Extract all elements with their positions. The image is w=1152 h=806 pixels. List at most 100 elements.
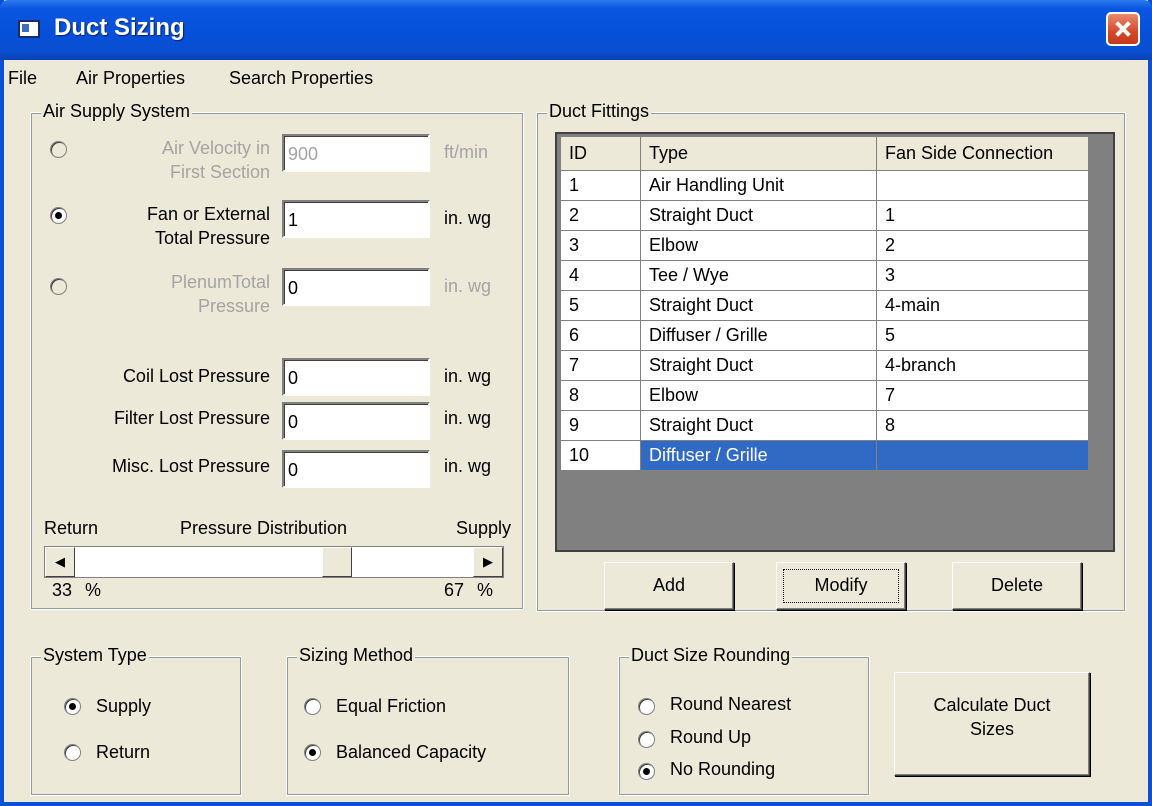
balanced-capacity-radio[interactable]	[304, 744, 321, 761]
row-type-cell[interactable]: Tee / Wye	[640, 260, 877, 291]
row-fan-side-cell[interactable]	[876, 440, 1089, 471]
equal-friction-label[interactable]: Equal Friction	[336, 696, 446, 717]
fittings-grid[interactable]: ID Type Fan Side Connection 1 Air Handlin…	[555, 132, 1115, 552]
pressure-distribution-slider[interactable]: ◀ ▶	[44, 546, 504, 578]
fan-pressure-label-line1: Fan or External	[146, 204, 270, 224]
row-id-cell[interactable]: 1	[560, 170, 641, 201]
misc-label: Misc. Lost Pressure	[111, 456, 270, 476]
return-percent-symbol: %	[85, 580, 102, 600]
menu-air-properties[interactable]: Air Properties	[76, 68, 185, 89]
table-row[interactable]: 4 Tee / Wye 3	[560, 260, 1089, 291]
round-nearest-radio[interactable]	[638, 698, 655, 715]
table-row[interactable]: 10 Diffuser / Grille	[560, 440, 1089, 471]
scroll-right-button[interactable]: ▶	[473, 547, 503, 577]
delete-button[interactable]: Delete	[952, 562, 1082, 610]
menu-search-properties[interactable]: Search Properties	[229, 68, 373, 89]
row-id-cell[interactable]: 3	[560, 230, 641, 261]
title-bar[interactable]: Duct Sizing	[0, 0, 1152, 60]
system-type-group: System Type	[30, 645, 242, 796]
velocity-radio[interactable]	[50, 141, 67, 158]
row-id-cell[interactable]: 9	[560, 410, 641, 441]
window-title: Duct Sizing	[54, 14, 185, 41]
row-type-cell[interactable]: Straight Duct	[640, 200, 877, 231]
row-fan-side-cell[interactable]: 8	[876, 410, 1089, 441]
column-header-fan-side[interactable]: Fan Side Connection	[876, 136, 1089, 171]
row-id-cell[interactable]: 8	[560, 380, 641, 411]
duct-sizing-window: Duct Sizing File Air Properties Search P…	[0, 0, 1152, 806]
row-id-cell[interactable]: 4	[560, 260, 641, 291]
filter-unit: in. wg	[444, 408, 492, 428]
filter-label: Filter Lost Pressure	[113, 408, 270, 428]
misc-input[interactable]: 0	[282, 450, 430, 488]
system-type-supply-label[interactable]: Supply	[96, 696, 151, 717]
no-rounding-radio[interactable]	[638, 763, 655, 780]
row-id-cell[interactable]: 6	[560, 320, 641, 351]
system-type-return-label[interactable]: Return	[96, 742, 150, 763]
row-fan-side-cell[interactable]: 4-main	[876, 290, 1089, 321]
table-row[interactable]: 2 Straight Duct 1	[560, 200, 1089, 231]
round-up-radio[interactable]	[638, 731, 655, 748]
row-type-cell[interactable]: Diffuser / Grille	[640, 320, 877, 351]
equal-friction-radio[interactable]	[304, 698, 321, 715]
column-header-id[interactable]: ID	[560, 136, 641, 171]
table-row[interactable]: 9 Straight Duct 8	[560, 410, 1089, 441]
menu-file[interactable]: File	[8, 68, 37, 89]
round-nearest-label[interactable]: Round Nearest	[670, 694, 791, 715]
table-row[interactable]: 8 Elbow 7	[560, 380, 1089, 411]
table-row[interactable]: 5 Straight Duct 4-main	[560, 290, 1089, 321]
slider-thumb[interactable]	[322, 547, 352, 577]
row-type-cell[interactable]: Straight Duct	[640, 290, 877, 321]
no-rounding-label[interactable]: No Rounding	[670, 759, 775, 780]
system-type-return-radio[interactable]	[64, 744, 81, 761]
row-fan-side-cell[interactable]	[876, 170, 1089, 201]
add-button[interactable]: Add	[604, 562, 734, 610]
fan-pressure-input[interactable]: 1	[282, 200, 430, 238]
table-row[interactable]: 6 Diffuser / Grille 5	[560, 320, 1089, 351]
row-type-cell[interactable]: Straight Duct	[640, 410, 877, 441]
plenum-radio[interactable]	[50, 278, 67, 295]
modify-button[interactable]: Modify	[776, 562, 906, 610]
balanced-capacity-label[interactable]: Balanced Capacity	[336, 742, 486, 763]
row-id-cell[interactable]: 5	[560, 290, 641, 321]
supply-percent-value: 67	[444, 580, 465, 600]
table-row[interactable]: 1 Air Handling Unit	[560, 170, 1089, 201]
row-type-cell[interactable]: Elbow	[640, 230, 877, 261]
row-fan-side-cell[interactable]: 3	[876, 260, 1089, 291]
round-up-label[interactable]: Round Up	[670, 727, 751, 748]
coil-input[interactable]: 0	[282, 358, 430, 396]
column-header-type[interactable]: Type	[640, 136, 877, 171]
scroll-left-button[interactable]: ◀	[45, 547, 75, 577]
row-type-cell[interactable]: Diffuser / Grille	[640, 440, 877, 471]
velocity-label-line1: Air Velocity in	[161, 138, 270, 158]
row-type-cell[interactable]: Straight Duct	[640, 350, 877, 381]
calculate-duct-sizes-button[interactable]: Calculate Duct Sizes	[894, 672, 1090, 776]
velocity-unit: ft/min	[444, 142, 489, 162]
row-type-cell[interactable]: Elbow	[640, 380, 877, 411]
row-fan-side-cell[interactable]: 5	[876, 320, 1089, 351]
close-button[interactable]	[1106, 12, 1140, 46]
row-type-cell[interactable]: Air Handling Unit	[640, 170, 877, 201]
rounding-label: Duct Size Rounding	[629, 645, 793, 666]
air-supply-label: Air Supply System	[41, 101, 193, 122]
fan-pressure-label: Fan or External Total Pressure	[100, 202, 270, 250]
row-fan-side-cell[interactable]: 1	[876, 200, 1089, 231]
table-row[interactable]: 7 Straight Duct 4-branch	[560, 350, 1089, 381]
sizing-method-group: Sizing Method	[286, 645, 570, 796]
filter-input[interactable]: 0	[282, 402, 430, 440]
table-row[interactable]: 3 Elbow 2	[560, 230, 1089, 261]
plenum-label-line1: PlenumTotal	[170, 272, 270, 292]
fan-pressure-radio[interactable]	[50, 207, 67, 224]
row-id-cell[interactable]: 7	[560, 350, 641, 381]
arrow-right-icon: ▶	[483, 554, 493, 569]
plenum-input[interactable]: 0	[282, 268, 430, 306]
return-percent-value: 33	[52, 580, 73, 600]
row-fan-side-cell[interactable]: 2	[876, 230, 1089, 261]
row-id-cell[interactable]: 2	[560, 200, 641, 231]
plenum-unit: in. wg	[444, 276, 492, 296]
velocity-input[interactable]: 900	[282, 134, 430, 172]
row-fan-side-cell[interactable]: 4-branch	[876, 350, 1089, 381]
coil-unit: in. wg	[444, 366, 492, 386]
system-type-supply-radio[interactable]	[64, 698, 81, 715]
row-id-cell[interactable]: 10	[560, 440, 641, 471]
row-fan-side-cell[interactable]: 7	[876, 380, 1089, 411]
